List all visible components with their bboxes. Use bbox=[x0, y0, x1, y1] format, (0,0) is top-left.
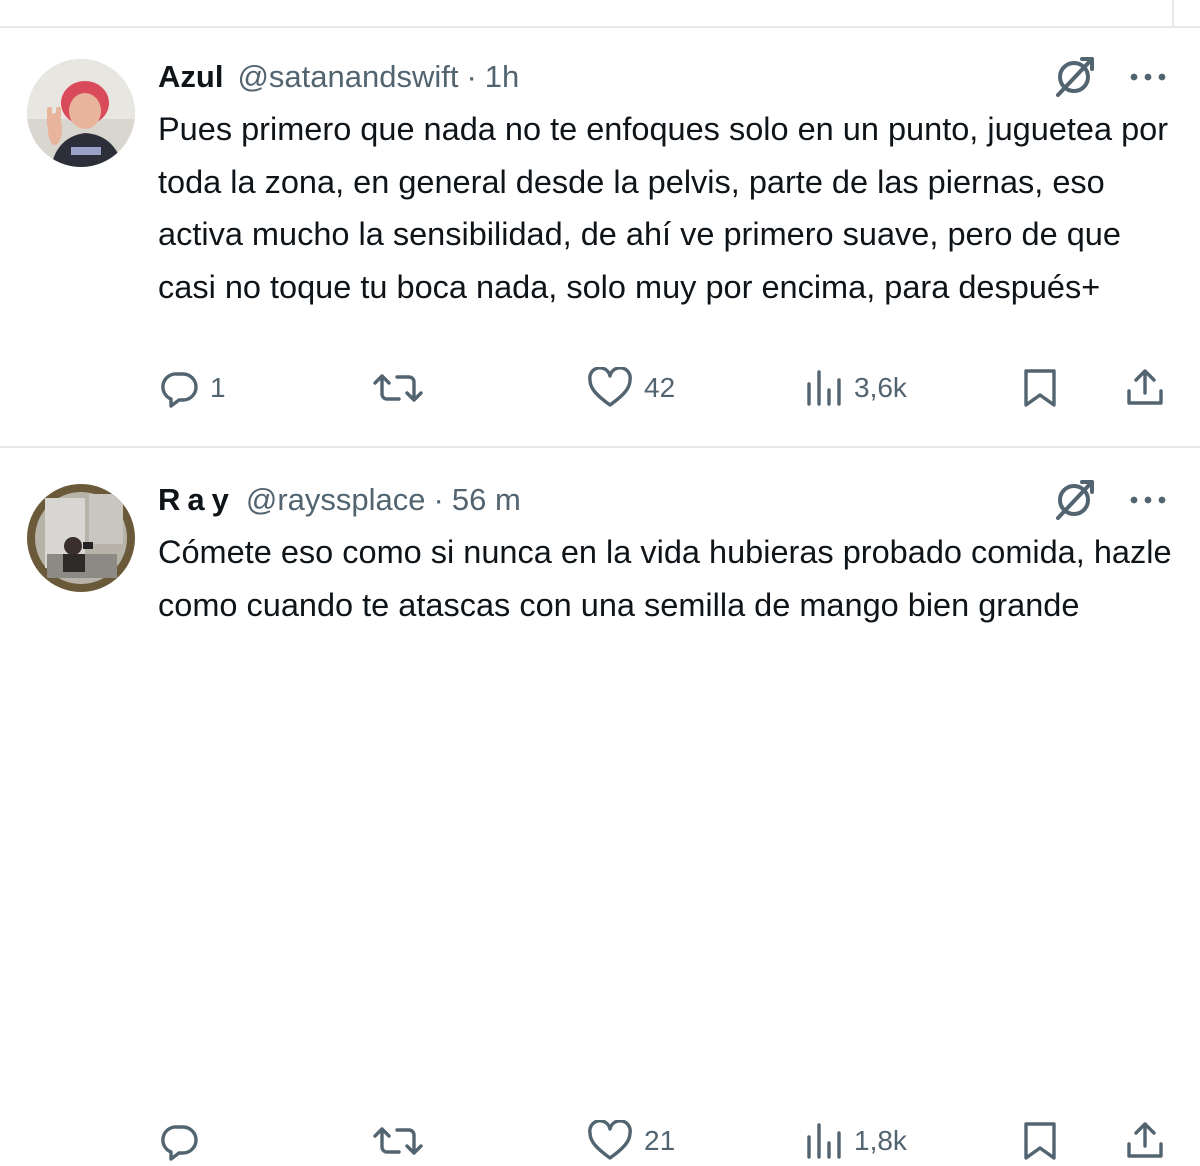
avatar[interactable] bbox=[27, 484, 135, 592]
like-button[interactable]: 21 bbox=[586, 1116, 675, 1166]
action-bar: 21 1,8k bbox=[0, 1116, 1200, 1166]
action-bar: 1 42 3,6k bbox=[0, 363, 1200, 413]
bookmark-icon bbox=[1024, 369, 1056, 407]
reply-count: 1 bbox=[210, 372, 226, 403]
avatar-image bbox=[27, 59, 135, 167]
avatar-image bbox=[27, 484, 135, 592]
tweet-text: Cómete eso como si nunca en la vida hubi… bbox=[158, 534, 1172, 623]
tweet-header: Azul @satanandswift · 1h bbox=[158, 55, 519, 99]
tweet-divider bbox=[0, 446, 1200, 448]
avatar[interactable] bbox=[27, 59, 135, 167]
reply-icon bbox=[161, 1125, 198, 1161]
separator-dot: · bbox=[433, 482, 444, 517]
reply-icon bbox=[161, 372, 198, 408]
user-handle[interactable]: @satanandswift bbox=[237, 59, 458, 95]
grok-icon[interactable] bbox=[1052, 478, 1098, 522]
heart-icon bbox=[588, 1120, 632, 1160]
heart-icon bbox=[588, 367, 632, 407]
views-button[interactable]: 1,8k bbox=[804, 1116, 907, 1166]
share-icon bbox=[1127, 1122, 1163, 1158]
like-count: 42 bbox=[644, 372, 676, 403]
bookmark-button[interactable] bbox=[1020, 1116, 1060, 1166]
views-button[interactable]: 3,6k bbox=[804, 363, 907, 413]
retweet-button[interactable] bbox=[372, 363, 434, 413]
timestamp[interactable]: 1h bbox=[485, 59, 519, 95]
previous-thread-line bbox=[1172, 0, 1174, 26]
bookmark-icon bbox=[1024, 1122, 1056, 1160]
share-button[interactable] bbox=[1124, 363, 1166, 413]
like-count: 21 bbox=[644, 1125, 676, 1156]
retweet-button[interactable] bbox=[372, 1116, 434, 1166]
more-icon[interactable] bbox=[1126, 490, 1170, 510]
views-count: 1,8k bbox=[854, 1125, 907, 1156]
separator-dot: · bbox=[466, 59, 477, 94]
display-name[interactable]: Azul bbox=[158, 59, 223, 95]
more-icon[interactable] bbox=[1126, 67, 1170, 87]
views-icon bbox=[807, 370, 841, 406]
tweet-text: Pues primero que nada no te enfoques sol… bbox=[158, 111, 1169, 305]
share-button[interactable] bbox=[1124, 1116, 1166, 1166]
like-button[interactable]: 42 bbox=[586, 363, 675, 413]
share-icon bbox=[1127, 369, 1163, 405]
views-count: 3,6k bbox=[854, 372, 907, 403]
views-icon bbox=[807, 1123, 841, 1159]
display-name[interactable]: Ray bbox=[158, 482, 236, 518]
reply-button[interactable] bbox=[160, 1116, 210, 1166]
reply-button[interactable]: 1 bbox=[160, 363, 226, 413]
top-divider bbox=[0, 26, 1200, 28]
retweet-icon bbox=[373, 1127, 423, 1155]
grok-icon[interactable] bbox=[1052, 55, 1098, 99]
timestamp[interactable]: 56 m bbox=[452, 482, 521, 518]
tweet-header: Ray @rayssplace · 56 m bbox=[158, 478, 521, 522]
retweet-icon bbox=[373, 374, 423, 402]
user-handle[interactable]: @rayssplace bbox=[246, 482, 426, 518]
bookmark-button[interactable] bbox=[1020, 363, 1060, 413]
